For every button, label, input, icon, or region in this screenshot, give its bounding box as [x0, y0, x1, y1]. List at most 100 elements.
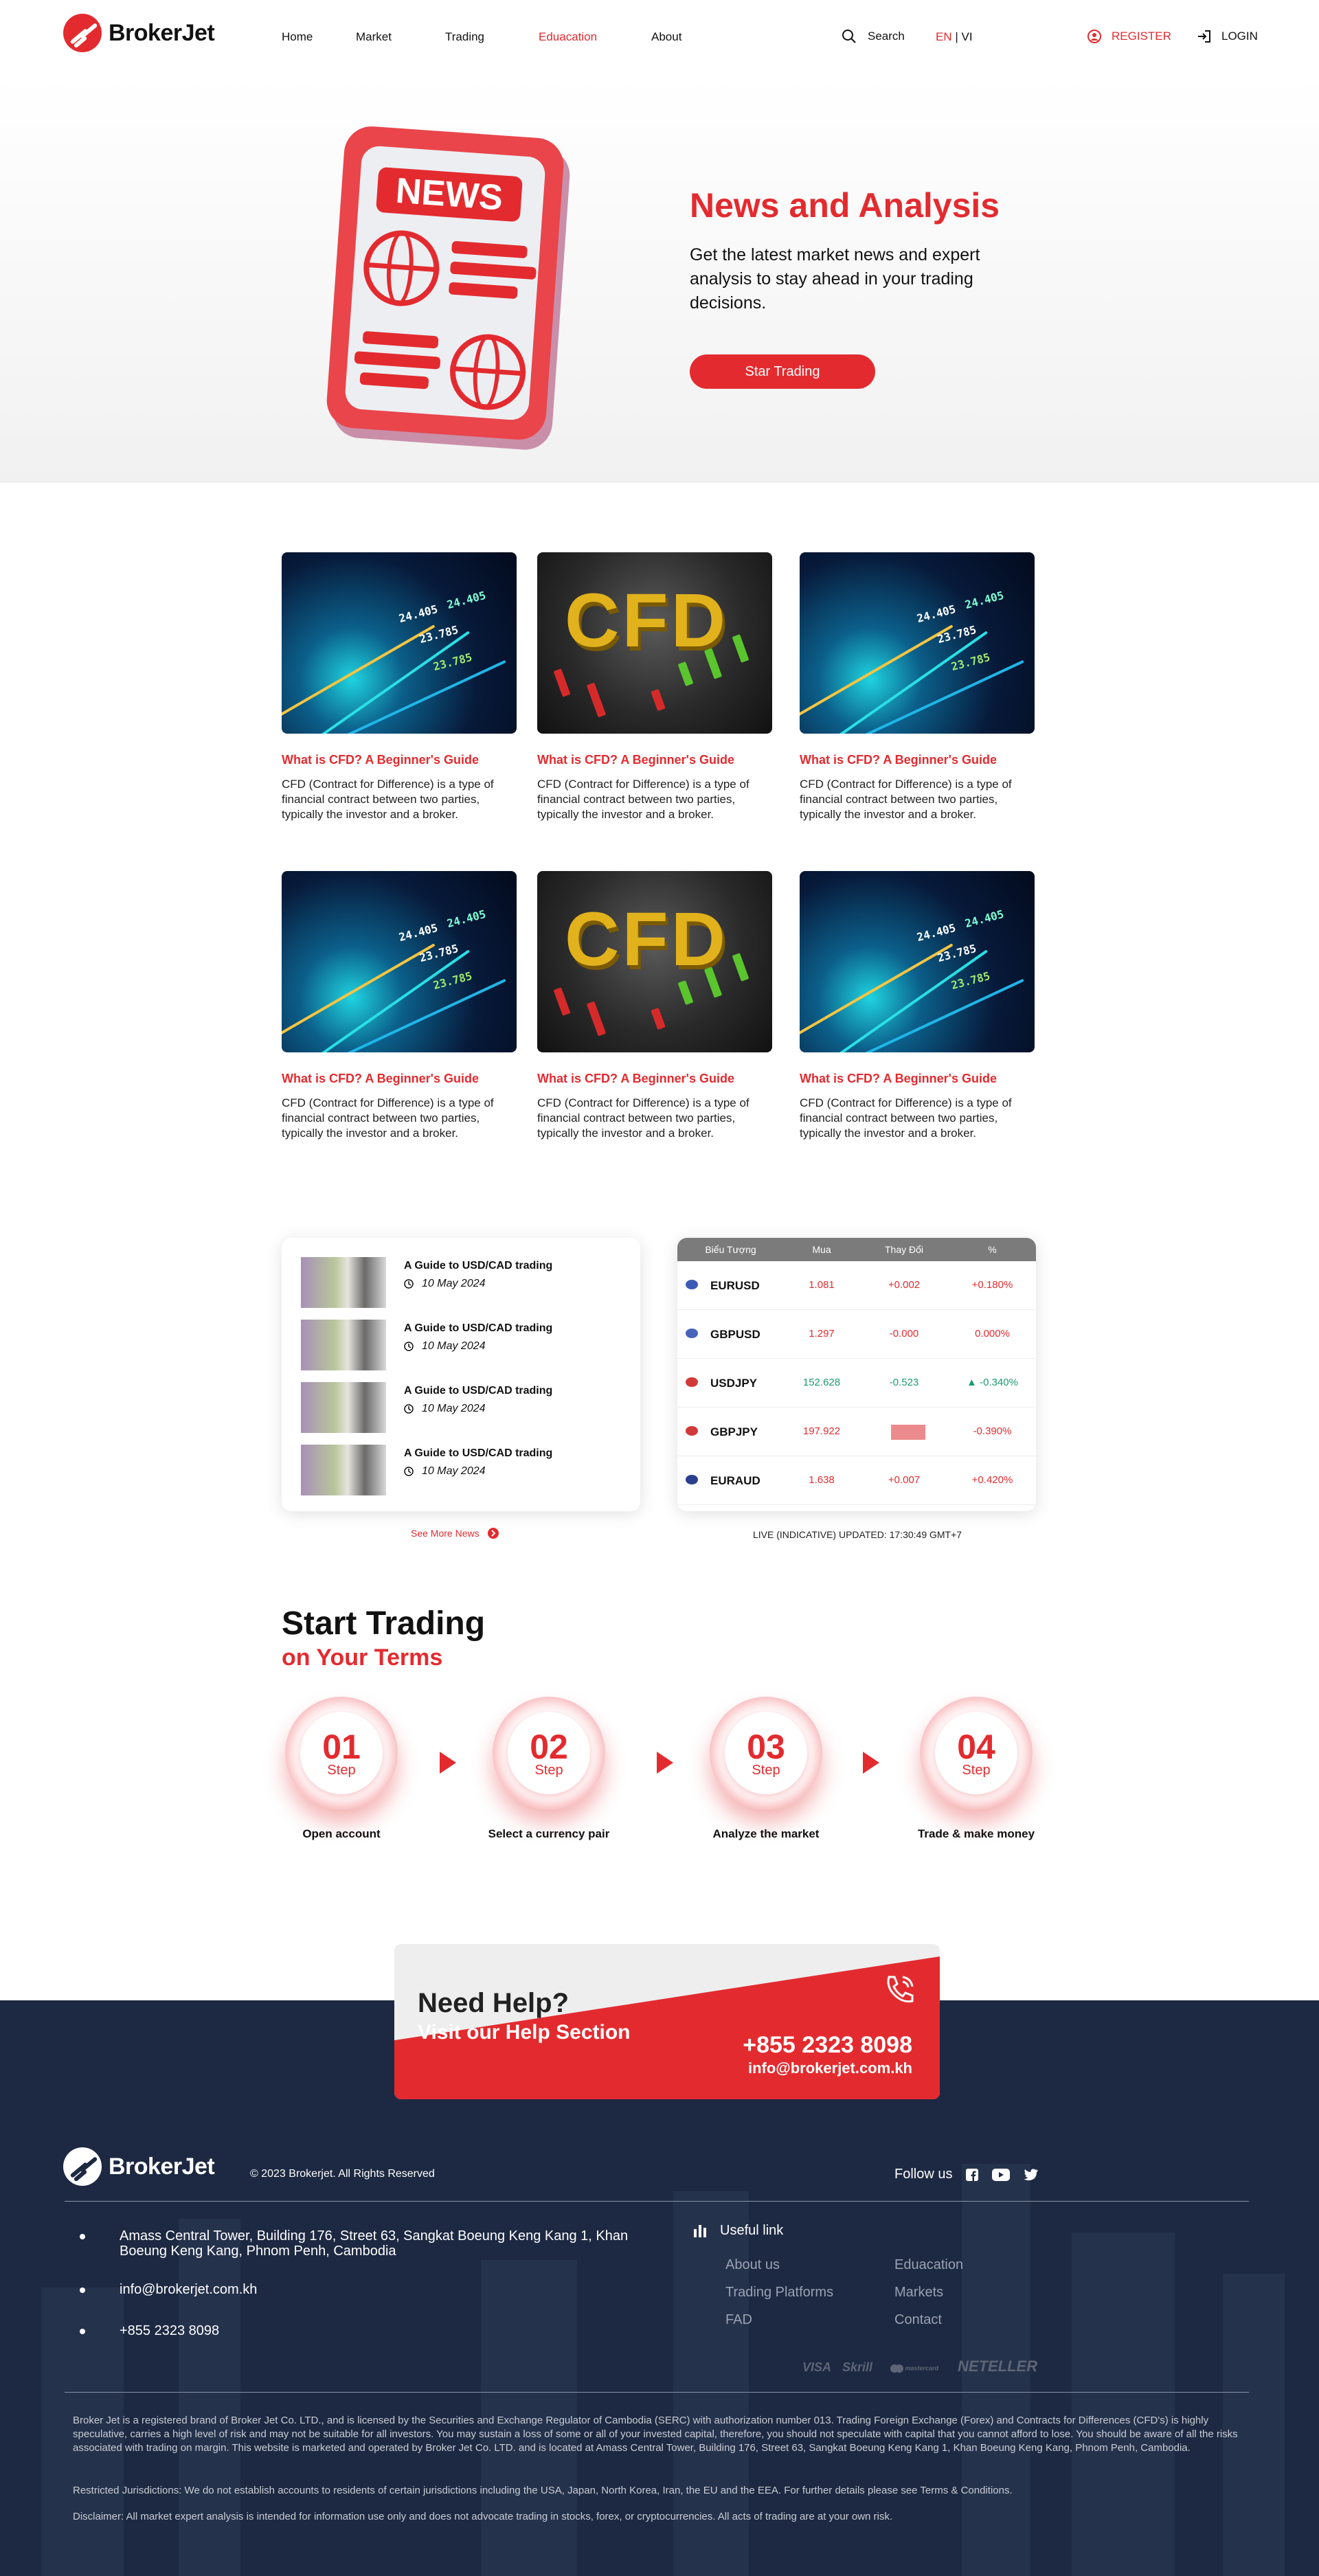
- news-thumbnail: [301, 1257, 386, 1308]
- rate-row[interactable]: EURUSD 1.081 +0.002 +0.180%: [677, 1261, 1036, 1310]
- step-word: Step: [327, 1763, 356, 1778]
- rocket-logo-icon: [63, 2147, 102, 2186]
- news-thumbnail: [301, 1445, 386, 1495]
- nav-trading[interactable]: Trading: [445, 30, 484, 44]
- article-title[interactable]: What is CFD? A Beginner's Guide: [537, 1072, 772, 1086]
- link-eduacation[interactable]: Eduacation: [894, 2257, 963, 2273]
- step-word: Step: [752, 1763, 780, 1778]
- step-number: 01: [322, 1728, 361, 1766]
- chart-bars-icon: [694, 2224, 706, 2237]
- article-title[interactable]: What is CFD? A Beginner's Guide: [537, 753, 772, 767]
- rate-row[interactable]: USDJPY 152.628 -0.523 ▲ -0.340%: [677, 1359, 1036, 1408]
- article-title[interactable]: What is CFD? A Beginner's Guide: [282, 1072, 517, 1086]
- rate-row[interactable]: GBPUSD 1.297 -0.000 0.000%: [677, 1310, 1036, 1359]
- step-label: Select a currency pair: [488, 1827, 610, 1840]
- footer-logo[interactable]: BrokerJet: [63, 2147, 215, 2186]
- rate-symbol: GBPUSD: [710, 1328, 760, 1341]
- link-trading-platforms[interactable]: Trading Platforms: [725, 2285, 833, 2301]
- news-list-panel: A Guide to USD/CAD trading 10 May 2024 A G…: [282, 1238, 640, 1511]
- step-label: Trade & make money: [917, 1827, 1035, 1840]
- phone-call-icon: [882, 1971, 916, 2006]
- steps-title: Start Trading: [282, 1605, 486, 1642]
- youtube-icon[interactable]: [992, 2168, 1011, 2181]
- nav-home[interactable]: Home: [282, 30, 313, 44]
- article-card[interactable]: 24.405 23.785 24.405 23.785 What is CFD? A B…: [800, 552, 1035, 822]
- link-about-us[interactable]: About us: [725, 2257, 780, 2273]
- register-button[interactable]: REGISTER: [1087, 29, 1171, 44]
- rate-symbol: USDJPY: [710, 1377, 758, 1390]
- lang-en[interactable]: EN: [936, 30, 952, 43]
- rate-row[interactable]: EURAUD 1.638 +0.007 +0.420%: [677, 1456, 1036, 1505]
- news-list-item[interactable]: A Guide to USD/CAD trading 10 May 2024: [301, 1445, 631, 1500]
- arrow-right-icon: [863, 1752, 879, 1774]
- search-button[interactable]: Search: [842, 29, 905, 44]
- hero-title: News and Analysis: [690, 186, 1000, 225]
- useful-links-title: Useful link: [720, 2223, 784, 2238]
- article-excerpt: CFD (Contract for Difference) is a type …: [800, 1096, 1012, 1140]
- start-trading-button[interactable]: Star Trading: [690, 354, 875, 389]
- rate-symbol: EURAUD: [710, 1474, 760, 1487]
- article-card[interactable]: 24.405 23.785 24.405 23.785 What is CFD? A B…: [282, 552, 517, 822]
- rate-percent: ▲ -0.340%: [967, 1377, 1018, 1388]
- nav-market[interactable]: Market: [356, 30, 392, 44]
- step-label: Open account: [302, 1827, 381, 1840]
- mastercard-logo: mastercard: [890, 2364, 938, 2373]
- currency-flag-icon: [686, 1475, 698, 1484]
- news-title: A Guide to USD/CAD trading: [404, 1260, 553, 1272]
- legal-text-1: Broker Jet is a registered brand of Brok…: [73, 2415, 1238, 2454]
- login-button[interactable]: LOGIN: [1197, 29, 1258, 44]
- help-email[interactable]: info@brokerjet.com.kh: [748, 2059, 912, 2077]
- twitter-icon[interactable]: [1024, 2168, 1039, 2181]
- user-icon: [1087, 30, 1101, 43]
- market-chart-image: 24.405 23.785 24.405 23.785: [800, 552, 1035, 734]
- rates-updated: LIVE (INDICATIVE) UPDATED: 17:30:49 GMT+…: [753, 1529, 962, 1540]
- article-title[interactable]: What is CFD? A Beginner's Guide: [800, 1072, 1035, 1086]
- news-list-item[interactable]: A Guide to USD/CAD trading 10 May 2024: [301, 1257, 631, 1312]
- rate-symbol: EURUSD: [710, 1279, 760, 1292]
- article-title[interactable]: What is CFD? A Beginner's Guide: [282, 753, 517, 767]
- article-excerpt: CFD (Contract for Difference) is a type …: [800, 778, 1012, 821]
- see-more-news-link[interactable]: See More News: [411, 1528, 499, 1539]
- article-title[interactable]: What is CFD? A Beginner's Guide: [800, 753, 1035, 767]
- rate-percent: +0.180%: [971, 1279, 1013, 1291]
- help-phone[interactable]: +855 2323 8098: [743, 2032, 912, 2059]
- rate-row[interactable]: GBPJPY 197.922 -0.390%: [677, 1408, 1036, 1456]
- article-card[interactable]: 24.405 23.785 24.405 23.785 What is CFD? A B…: [282, 871, 517, 1141]
- link-contact[interactable]: Contact: [894, 2312, 942, 2328]
- lang-vi[interactable]: VI: [962, 30, 973, 43]
- link-markets[interactable]: Markets: [894, 2285, 943, 2301]
- rate-change: +0.007: [888, 1474, 921, 1486]
- currency-flag-icon: [686, 1329, 698, 1338]
- neteller-logo: NETELLER: [958, 2358, 1038, 2375]
- rate-percent: -0.390%: [973, 1425, 1012, 1437]
- article-card[interactable]: CFD What is CFD? A Beginner's Guide CFD (C…: [537, 552, 772, 822]
- help-banner[interactable]: Need Help? Visit our Help Section +855 2…: [394, 1944, 940, 2099]
- news-list-item[interactable]: A Guide to USD/CAD trading 10 May 2024: [301, 1320, 631, 1375]
- cfd-image: CFD: [537, 552, 772, 734]
- step-badge: 03 Step: [710, 1697, 822, 1809]
- legal-text-2: Restricted Jurisdictions: We do not esta…: [73, 2485, 1013, 2496]
- clock-icon: [404, 1404, 414, 1414]
- nav-about[interactable]: About: [651, 30, 681, 44]
- article-excerpt: CFD (Contract for Difference) is a type …: [282, 778, 494, 821]
- news-thumbnail: [301, 1320, 386, 1370]
- follow-label: Follow us: [894, 2167, 953, 2182]
- link-fad[interactable]: FAD: [725, 2312, 752, 2328]
- article-card[interactable]: 24.405 23.785 24.405 23.785 What is CFD? A B…: [800, 871, 1035, 1141]
- brand-logo[interactable]: BrokerJet: [63, 14, 215, 52]
- rate-symbol: GBPJPY: [710, 1425, 758, 1438]
- facebook-icon[interactable]: [966, 2168, 979, 2181]
- nav-eduacation[interactable]: Eduacation: [539, 30, 597, 44]
- useful-links-heading: Useful link: [694, 2223, 783, 2239]
- hero-section: NEWS News and Analysis Get the latest ma…: [0, 76, 1319, 483]
- col-percent: %: [988, 1244, 997, 1255]
- article-excerpt: CFD (Contract for Difference) is a type …: [537, 778, 749, 821]
- trend-up-icon: ▲: [967, 1377, 977, 1388]
- search-icon: [842, 30, 856, 43]
- rate-change: +0.002: [888, 1279, 921, 1291]
- article-card[interactable]: CFD What is CFD? A Beginner's Guide CFD (C…: [537, 871, 772, 1141]
- help-title: Need Help?: [418, 1988, 570, 2018]
- news-list-item[interactable]: A Guide to USD/CAD trading 10 May 2024: [301, 1382, 631, 1437]
- cfd-image: CFD: [537, 871, 772, 1052]
- rate-buy: 197.922: [802, 1425, 841, 1437]
